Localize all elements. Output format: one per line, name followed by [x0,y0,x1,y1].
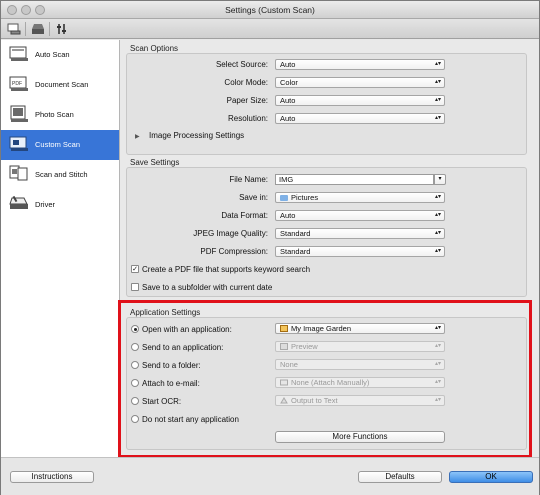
settings-window: Settings (Custom Scan) Auto Scan PDF Doc… [0,0,540,495]
defaults-button[interactable]: Defaults [358,471,442,483]
ok-button[interactable]: OK [449,471,533,483]
file-name-field[interactable]: IMG [275,174,434,185]
application-settings-highlight [118,300,532,458]
auto-scan-icon [9,46,28,61]
custom-scan-icon [9,136,28,151]
keyword-search-checkbox[interactable]: ✓ [131,265,139,273]
folder-icon [280,195,288,201]
data-format-label: Data Format: [221,211,268,220]
title-bar: Settings (Custom Scan) [1,1,539,19]
sidebar-item-custom-scan[interactable]: Custom Scan [1,130,119,160]
window-title: Settings (Custom Scan) [225,5,315,15]
save-settings-heading: Save Settings [130,158,180,167]
sidebar-item-auto-scan[interactable]: Auto Scan [1,40,119,70]
jpeg-quality-label: JPEG Image Quality: [193,229,268,238]
subfolder-label: Save to a subfolder with current date [142,283,273,292]
svg-text:PDF: PDF [12,81,22,87]
disclosure-triangle-icon[interactable]: ▶ [135,133,140,140]
sidebar-item-document-scan[interactable]: PDF Document Scan [1,70,119,100]
driver-icon [9,195,28,209]
toolbar [1,19,539,39]
select-source-dropdown[interactable]: Auto ▴▾ [275,59,445,70]
paper-size-dropdown[interactable]: Auto ▴▾ [275,95,445,106]
save-in-dropdown[interactable]: Pictures ▴▾ [275,192,445,203]
file-name-combo-button[interactable]: ▾ [434,174,446,185]
minimize-window-button[interactable] [21,5,31,15]
save-in-label: Save in: [239,193,268,202]
scan-from-computer-tab[interactable] [5,21,23,37]
general-settings-tab[interactable] [53,21,71,37]
file-name-label: File Name: [229,175,268,184]
close-window-button[interactable] [7,5,17,15]
scanner-computer-icon [7,23,21,35]
jpeg-quality-dropdown[interactable]: Standard ▴▾ [275,228,445,239]
pdf-compression-dropdown[interactable]: Standard ▴▾ [275,246,445,257]
zoom-window-button[interactable] [35,5,45,15]
scan-type-sidebar: Auto Scan PDF Document Scan Photo Scan C… [1,40,120,457]
tools-icon [57,24,66,34]
select-source-label: Select Source: [215,60,268,69]
instructions-button[interactable]: Instructions [10,471,94,483]
sidebar-item-driver[interactable]: Driver [1,190,119,220]
color-mode-label: Color Mode: [224,78,268,87]
resolution-dropdown[interactable]: Auto ▴▾ [275,113,445,124]
paper-size-label: Paper Size: [226,96,268,105]
image-processing-settings-toggle[interactable]: Image Processing Settings [149,131,244,140]
color-mode-dropdown[interactable]: Color ▴▾ [275,77,445,88]
scan-from-operation-panel-tab[interactable] [29,21,47,37]
sidebar-item-scan-and-stitch[interactable]: Scan and Stitch [1,160,119,190]
scan-stitch-icon [9,165,28,181]
data-format-dropdown[interactable]: Auto ▴▾ [275,210,445,221]
scanner-panel-icon [32,24,44,34]
footer-bar: Instructions Defaults OK [1,457,539,495]
subfolder-checkbox[interactable] [131,283,139,291]
document-scan-icon: PDF [9,76,28,91]
photo-scan-icon [10,105,28,122]
scan-options-heading: Scan Options [130,44,179,53]
sidebar-item-photo-scan[interactable]: Photo Scan [1,100,119,130]
keyword-search-label: Create a PDF file that supports keyword … [142,265,311,274]
resolution-label: Resolution: [227,114,268,123]
pdf-compression-label: PDF Compression: [200,247,268,256]
